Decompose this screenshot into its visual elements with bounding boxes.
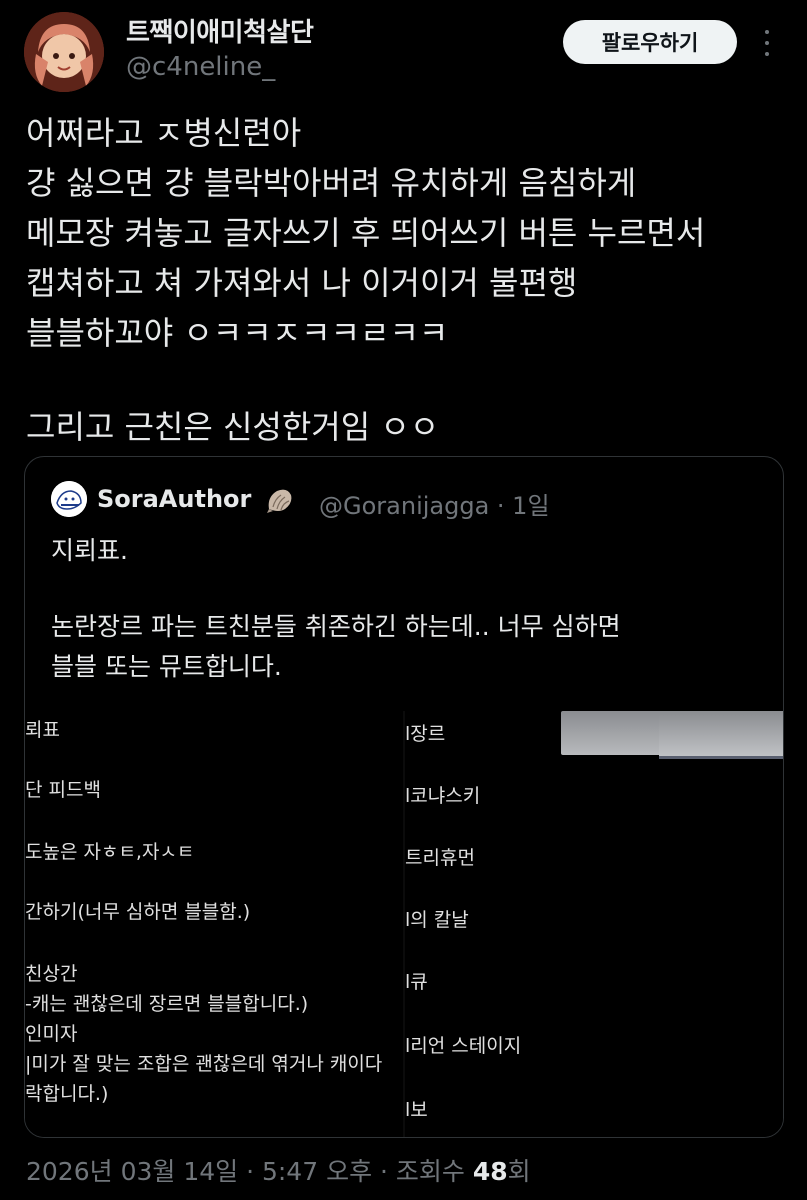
tweet-line: 캡쳐하고 쳐 가져와서 나 이거이거 불편행: [26, 264, 578, 302]
quote-author-avatar: [51, 481, 87, 517]
quote-attached-image[interactable]: 뢰표 단 피드백 도높은 자ㅎㅌ,자ㅅㅌ 간하기(너무 심하면 블블함.) 친상…: [25, 711, 783, 1137]
view-count: 48: [472, 1157, 508, 1186]
quote-author-handle: @Goranijagga · 1일: [319, 492, 550, 520]
image-text: |미가 잘 맞는 조합은 괜찮은데 엮거나 캐이다: [25, 1053, 383, 1075]
shell-emoji-icon: [265, 485, 295, 515]
quote-text: 지뢰표. 논란장르 파는 트친분들 취존하긴 하는데.. 너무 심하면 블블 또…: [51, 531, 771, 687]
image-text: 친상간: [25, 963, 78, 985]
author-display-name[interactable]: 트짹이애미척살단: [126, 12, 314, 49]
image-text: 간하기(너무 심하면 블블함.): [25, 901, 251, 923]
image-text: 락합니다.): [25, 1083, 109, 1105]
image-text: l보: [405, 1099, 428, 1121]
view-count-suffix: 회: [507, 1157, 531, 1186]
image-text: l큐: [405, 971, 428, 993]
image-text: -캐는 괜찮은데 장르면 블블합니다.): [25, 993, 309, 1015]
image-text: l장르: [405, 723, 446, 745]
follow-button[interactable]: 팔로우하기: [563, 20, 737, 64]
tweet-line: 어쩌라고 ㅈ병신련아: [26, 114, 302, 152]
quote-line: 논란장르 파는 트친분들 취존하긴 하는데.. 너무 심하면: [51, 612, 621, 641]
quote-line: 블블 또는 뮤트합니다.: [51, 652, 282, 681]
image-text: 트리휴먼: [405, 847, 475, 869]
quote-line: 지뢰표.: [51, 536, 128, 565]
image-text: l코냐스키: [405, 785, 481, 807]
tweet-line: 그리고 근친은 신성한거임 ㅇㅇ: [26, 408, 440, 446]
author-handle[interactable]: @c4neline_: [126, 52, 275, 82]
tweet-line: 블블하꼬야 ㅇㅋㅋㅈㅋㅋㄹㅋㅋ: [26, 314, 449, 352]
tweet-line: 메모장 켜놓고 글자쓰기 후 띄어쓰기 버튼 누르면서: [26, 214, 706, 252]
image-text: l리언 스테이지: [405, 1035, 522, 1057]
quoted-tweet-card[interactable]: SoraAuthor @Goranijagga · 1일 지뢰표. 논란장르 파…: [24, 456, 784, 1138]
tweet-meta: 2026년 03월 14일 · 5:47 오후 · 조회수 48회: [26, 1152, 531, 1188]
quote-author-name: SoraAuthor: [97, 485, 252, 513]
tweet-text: 어쩌라고 ㅈ병신련아 걍 싫으면 걍 블락박아버려 유치하게 음침하게 메모장 …: [26, 108, 786, 452]
image-text: 단 피드백: [25, 779, 101, 801]
image-text: 뢰표: [25, 719, 60, 741]
image-text: l의 칼날: [405, 909, 469, 931]
tweet-line: 걍 싫으면 걍 블락박아버려 유치하게 음침하게: [26, 164, 637, 202]
tweet-page: 트짹이애미척살단 @c4neline_ 팔로우하기 어쩌라고 ㅈ병신련아 걍 싫…: [0, 0, 807, 1200]
author-avatar[interactable]: [24, 12, 104, 92]
more-options-icon[interactable]: [760, 30, 774, 56]
image-text: 인미자: [25, 1023, 78, 1045]
image-text: 도높은 자ㅎㅌ,자ㅅㅌ: [25, 841, 195, 863]
tweet-timestamp[interactable]: 2026년 03월 14일 · 5:47 오후 · 조회수: [26, 1157, 473, 1186]
